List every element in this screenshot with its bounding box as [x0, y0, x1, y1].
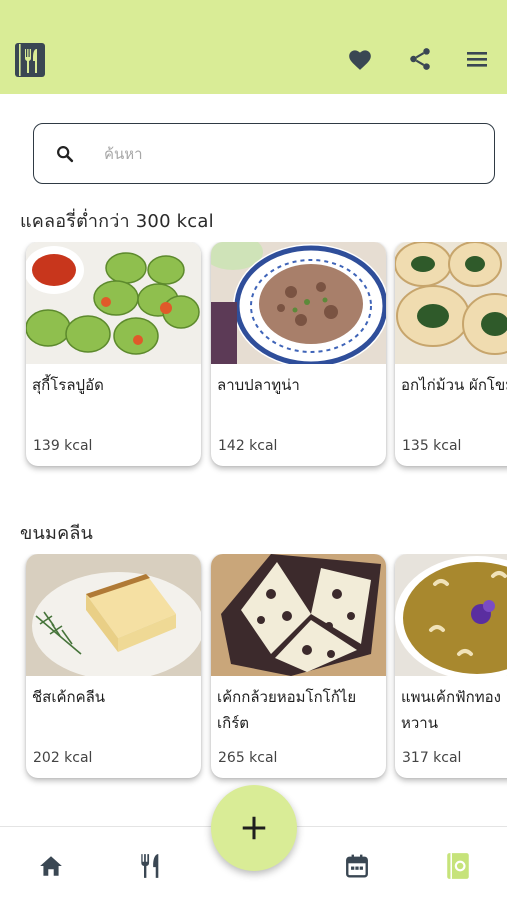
recipe-name: ลาบปลาทูน่า [217, 376, 300, 394]
recipe-photo [211, 554, 386, 676]
hamburger-menu-icon [467, 52, 487, 67]
section-title-low-calorie: แคลอรี่ต่ำกว่า 300 kcal [20, 211, 214, 232]
recipe-book-icon [447, 853, 469, 879]
low-calorie-carousel[interactable]: สุกี้โรลปูอัด 139 kcal ลาบปลาทูน่า 142 k… [0, 242, 507, 482]
recipe-kcal: 202 kcal [33, 750, 93, 766]
recipe-kcal: 139 kcal [33, 438, 93, 454]
recipe-card[interactable]: ชีสเค้กคลีน 202 kcal [26, 554, 201, 778]
recipe-photo [395, 242, 507, 364]
recipe-name: สุกี้โรลปูอัด [32, 376, 104, 394]
recipe-name: เค้กกล้วยหอมโกโก้ไยเกิร์ต [217, 688, 357, 732]
calendar-icon [346, 854, 368, 878]
favorite-button[interactable] [345, 44, 375, 74]
search-icon [57, 146, 74, 163]
clean-snacks-carousel[interactable]: ชีสเค้กคลีน 202 kcal เค้กกล้วยหอมโกโก้ไย… [0, 554, 507, 794]
recipe-photo [211, 242, 386, 364]
share-button[interactable] [405, 44, 435, 74]
recipe-kcal: 135 kcal [402, 438, 462, 454]
heart-icon [349, 50, 371, 70]
recipe-photo [26, 554, 201, 676]
recipe-kcal: 317 kcal [402, 750, 462, 766]
add-button[interactable] [211, 785, 297, 871]
nav-restaurant[interactable] [136, 851, 166, 881]
app-header [0, 0, 507, 94]
restaurant-icon [141, 854, 159, 878]
recipe-name: อกไก่ม้วน ผักโขม [401, 376, 507, 394]
recipe-card[interactable]: แพนเค้กฟักทองหวาน 317 kcal [395, 554, 507, 778]
recipe-photo [26, 242, 201, 364]
recipe-card[interactable]: สุกี้โรลปูอัด 139 kcal [26, 242, 201, 466]
section-title-clean-snacks: ขนมคลีน [20, 523, 94, 544]
search-input[interactable] [104, 138, 474, 170]
search-box[interactable] [33, 123, 495, 184]
menu-book-icon[interactable] [14, 42, 46, 78]
recipe-name: ชีสเค้กคลีน [32, 688, 106, 706]
recipe-card[interactable]: อกไก่ม้วน ผักโขม 135 kcal [395, 242, 507, 466]
add-icon [242, 816, 266, 840]
share-icon [410, 48, 430, 70]
recipe-card[interactable]: เค้กกล้วยหอมโกโก้ไยเกิร์ต 265 kcal [211, 554, 386, 778]
nav-home[interactable] [36, 851, 66, 881]
recipe-kcal: 265 kcal [218, 750, 278, 766]
recipe-kcal: 142 kcal [218, 438, 278, 454]
home-icon [40, 856, 62, 876]
nav-calendar[interactable] [342, 851, 372, 881]
recipe-name: แพนเค้กฟักทองหวาน [401, 688, 501, 732]
hamburger-menu-button[interactable] [462, 44, 492, 74]
recipe-photo [395, 554, 507, 676]
nav-recipe-book[interactable] [443, 851, 473, 881]
recipe-card[interactable]: ลาบปลาทูน่า 142 kcal [211, 242, 386, 466]
